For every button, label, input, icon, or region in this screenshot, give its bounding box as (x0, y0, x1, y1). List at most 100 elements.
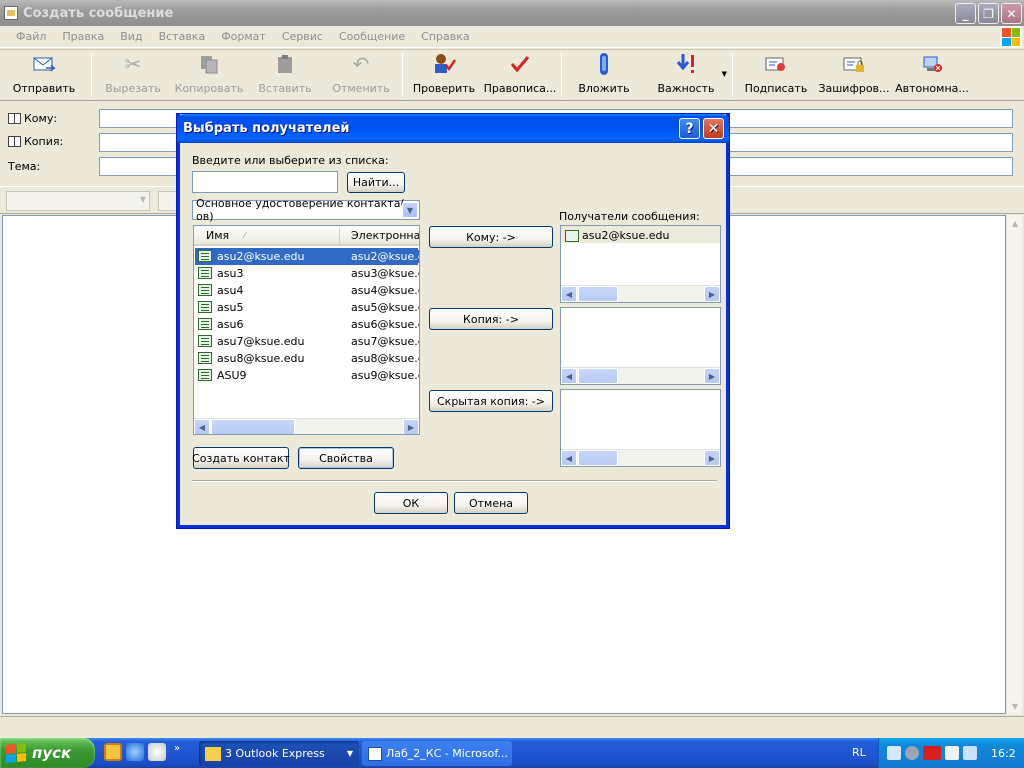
language-indicator[interactable]: RL (852, 746, 866, 759)
window-titlebar[interactable]: Создать сообщение _ ❐ ✕ (0, 0, 1024, 26)
send-button[interactable]: Отправить (0, 50, 88, 100)
scroll-right-icon[interactable]: ▶ (704, 450, 720, 466)
scroll-thumb[interactable] (578, 450, 618, 466)
cc-button[interactable]: Копия: -> (429, 308, 553, 330)
scroll-left-icon[interactable]: ◀ (194, 419, 210, 434)
contact-row[interactable]: asu3 asu3@ksue.edu (195, 265, 419, 282)
clock[interactable]: 16:2 (991, 747, 1016, 760)
check-names-button[interactable]: Проверить (406, 50, 482, 100)
recipient-item[interactable]: asu2@ksue.edu (565, 229, 670, 242)
undo-button[interactable]: ↶ Отменить (323, 50, 399, 100)
menu-tools[interactable]: Сервис (274, 30, 331, 43)
bcc-hscrollbar[interactable]: ◀ ▶ (561, 449, 720, 466)
scroll-left-icon[interactable]: ◀ (561, 286, 577, 302)
scroll-left-icon[interactable]: ◀ (561, 450, 577, 466)
menu-format[interactable]: Формат (213, 30, 274, 43)
to-label[interactable]: Кому: (24, 112, 57, 125)
task-outlook-express[interactable]: 3 Outlook Express ▼ (199, 741, 359, 766)
sign-button[interactable]: Подписать (736, 50, 816, 100)
encrypt-button[interactable]: Зашифров... (816, 50, 892, 100)
copy-button[interactable]: Копировать (171, 50, 247, 100)
cc-label[interactable]: Копия: (24, 135, 63, 148)
contact-name: asu2@ksue.edu (216, 250, 306, 263)
contact-row[interactable]: asu5 asu5@ksue.edu (195, 299, 419, 316)
scroll-left-icon[interactable]: ◀ (561, 368, 577, 384)
scroll-thumb[interactable] (578, 368, 618, 384)
spelling-button[interactable]: Правописа... (482, 50, 558, 100)
close-button[interactable]: ✕ (1001, 3, 1022, 24)
contact-row[interactable]: asu7@ksue.edu asu7@ksue.edu (195, 333, 419, 350)
address-book-icon[interactable] (8, 136, 21, 147)
bcc-recipients-box[interactable]: ◀ ▶ (560, 389, 721, 467)
media-player-icon[interactable] (148, 743, 166, 761)
column-email[interactable]: Электронная (351, 229, 419, 242)
to-button[interactable]: Кому: -> (429, 226, 553, 248)
cut-button[interactable]: ✂ Вырезать (95, 50, 171, 100)
find-button[interactable]: Найти... (347, 172, 405, 193)
properties-button[interactable]: Свойства (298, 447, 394, 469)
cc-recipients-box[interactable]: ◀ ▶ (560, 307, 721, 385)
menu-edit[interactable]: Правка (54, 30, 112, 43)
contact-email: asu9@ksue.edu (351, 369, 419, 382)
chevron-down-icon[interactable]: ▼ (402, 202, 418, 218)
scroll-right-icon[interactable]: ▶ (403, 419, 419, 434)
volume-icon[interactable] (905, 746, 919, 760)
to-recipients-box[interactable]: asu2@ksue.edu ◀ ▶ (560, 225, 721, 303)
priority-button[interactable]: Важность ▼ (643, 50, 729, 100)
font-size-select[interactable] (158, 191, 178, 211)
scroll-right-icon[interactable]: ▶ (704, 368, 720, 384)
body-scrollbar[interactable]: ▲ ▼ (1006, 215, 1022, 714)
cancel-button[interactable]: Отмена (454, 492, 528, 514)
contact-icon (198, 335, 212, 347)
help-button[interactable]: ? (679, 118, 700, 139)
ati-icon[interactable] (923, 746, 941, 760)
restore-button[interactable]: ❐ (978, 3, 999, 24)
offline-button[interactable]: Автономна... (892, 50, 972, 100)
contact-email: asu4@ksue.edu (351, 284, 419, 297)
scroll-right-icon[interactable]: ▶ (704, 286, 720, 302)
menu-insert[interactable]: Вставка (151, 30, 214, 43)
column-name[interactable]: Имя (206, 229, 229, 242)
contacts-list[interactable]: Имя ⁄ Электронная asu2@ksue.edu asu2@ksue… (193, 225, 420, 435)
start-button[interactable]: пуск (0, 738, 95, 768)
task-word-document[interactable]: Лаб_2_КС - Microsof... (362, 741, 512, 766)
contact-row[interactable]: asu2@ksue.edu asu2@ksue.edu (195, 248, 419, 265)
scroll-up-icon[interactable]: ▲ (1007, 215, 1023, 231)
contacts-hscrollbar[interactable]: ◀ ▶ (194, 418, 419, 434)
scroll-thumb[interactable] (578, 286, 618, 302)
font-select[interactable]: ▼ (6, 191, 150, 211)
menu-file[interactable]: Файл (8, 30, 54, 43)
contact-row[interactable]: asu4 asu4@ksue.edu (195, 282, 419, 299)
new-contact-button[interactable]: Создать контакт (192, 447, 290, 469)
menu-message[interactable]: Сообщение (331, 30, 413, 43)
ie-quicklaunch-icon[interactable] (126, 743, 144, 761)
scroll-down-icon[interactable]: ▼ (1007, 698, 1023, 714)
network-icon[interactable] (887, 746, 901, 760)
paste-button[interactable]: Вставить (247, 50, 323, 100)
minimize-button[interactable]: _ (955, 3, 976, 24)
address-book-icon[interactable] (8, 113, 21, 124)
contact-icon (198, 369, 212, 381)
priority-icon (674, 52, 698, 76)
dialog-close-button[interactable]: ✕ (703, 118, 724, 139)
contacts-list-header: Имя ⁄ Электронная (194, 226, 419, 246)
chevron-right-icon[interactable]: » (174, 743, 180, 761)
menu-help[interactable]: Справка (413, 30, 477, 43)
attach-button[interactable]: Вложить (565, 50, 643, 100)
ok-button[interactable]: ОК (374, 492, 448, 514)
outlook-quicklaunch-icon[interactable] (104, 743, 122, 761)
cc-hscrollbar[interactable]: ◀ ▶ (561, 367, 720, 384)
contact-row[interactable]: asu8@ksue.edu asu8@ksue.edu (195, 350, 419, 367)
scroll-thumb[interactable] (211, 419, 295, 434)
dialog-titlebar[interactable]: Выбрать получателей ? ✕ (177, 114, 729, 143)
tray-app-icon[interactable] (945, 746, 959, 760)
address-source-select[interactable]: Основное удостоверение контакта(-ов) ▼ (192, 197, 420, 223)
priority-dropdown-icon[interactable]: ▼ (722, 70, 727, 78)
tray-monitor-icon[interactable] (963, 746, 977, 760)
contact-row[interactable]: asu6 asu6@ksue.edu (195, 316, 419, 333)
contact-row[interactable]: ASU9 asu9@ksue.edu (195, 367, 419, 384)
search-input[interactable] (192, 171, 338, 193)
menu-view[interactable]: Вид (112, 30, 150, 43)
bcc-button[interactable]: Скрытая копия: -> (429, 390, 553, 412)
to-hscrollbar[interactable]: ◀ ▶ (561, 285, 720, 302)
